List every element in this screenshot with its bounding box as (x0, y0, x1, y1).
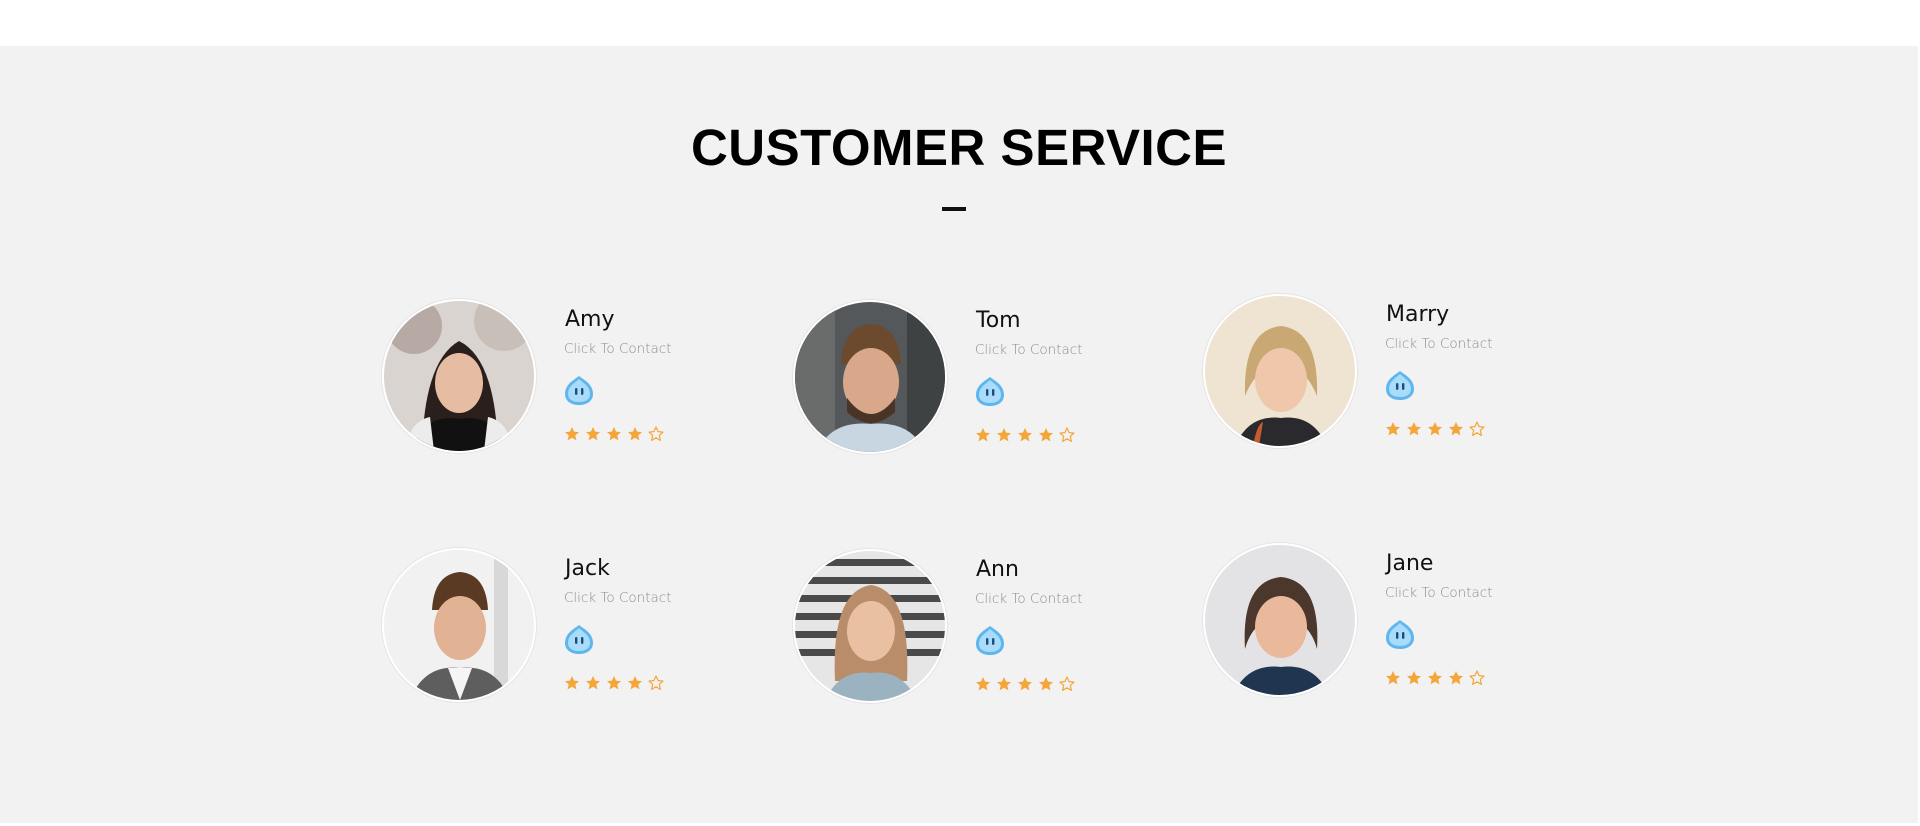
star-filled-icon (1407, 671, 1421, 685)
avatar (1203, 294, 1357, 448)
star-filled-icon (976, 428, 990, 442)
star-filled-icon (607, 427, 621, 441)
star-empty-icon (1059, 676, 1075, 691)
click-to-contact-link[interactable]: Click To Contact (564, 590, 672, 606)
star-filled-icon (976, 677, 990, 691)
click-to-contact-link[interactable]: Click To Contact (975, 591, 1083, 607)
qq-chat-icon[interactable] (974, 374, 1006, 408)
star-filled-icon (1039, 677, 1053, 691)
star-rating (1385, 421, 1485, 439)
star-empty-icon (648, 675, 664, 690)
click-to-contact-link[interactable]: Click To Contact (564, 341, 672, 357)
star-rating (564, 426, 664, 444)
contact-card-amy: Amy Click To Contact (382, 299, 722, 459)
star-filled-icon (1449, 671, 1463, 685)
avatar (382, 299, 536, 453)
contact-card-jack: Jack Click To Contact (382, 548, 722, 708)
contact-name: Amy (565, 307, 615, 332)
star-empty-icon (1469, 421, 1485, 436)
qq-chat-icon[interactable] (1384, 368, 1416, 402)
star-rating (975, 676, 1075, 694)
star-filled-icon (565, 427, 579, 441)
star-empty-icon (648, 426, 664, 441)
section-title: CUSTOMER SERVICE (690, 119, 1228, 176)
star-rating (975, 427, 1075, 445)
customer-service-section: CUSTOMER SERVICE Amy Click To Contact To… (0, 46, 1918, 823)
click-to-contact-link[interactable]: Click To Contact (975, 342, 1083, 358)
avatar (793, 549, 947, 703)
star-rating (564, 675, 664, 693)
title-divider (942, 207, 966, 211)
contact-card-ann: Ann Click To Contact (793, 549, 1133, 709)
star-filled-icon (1018, 428, 1032, 442)
star-filled-icon (1407, 422, 1421, 436)
star-empty-icon (1059, 427, 1075, 442)
qq-chat-icon[interactable] (563, 622, 595, 656)
contact-name: Tom (976, 308, 1021, 333)
star-empty-icon (1469, 670, 1485, 685)
avatar (382, 548, 536, 702)
contact-name: Marry (1386, 302, 1450, 327)
star-filled-icon (1386, 422, 1400, 436)
qq-chat-icon[interactable] (974, 623, 1006, 657)
qq-chat-icon[interactable] (1384, 617, 1416, 651)
star-filled-icon (628, 676, 642, 690)
star-filled-icon (1039, 428, 1053, 442)
contact-name: Jack (565, 556, 610, 581)
contact-name: Ann (976, 557, 1019, 582)
star-filled-icon (1428, 671, 1442, 685)
avatar (793, 300, 947, 454)
star-filled-icon (586, 427, 600, 441)
star-filled-icon (565, 676, 579, 690)
star-filled-icon (1449, 422, 1463, 436)
contact-card-marry: Marry Click To Contact (1203, 294, 1543, 454)
star-filled-icon (1428, 422, 1442, 436)
star-filled-icon (586, 676, 600, 690)
avatar (1203, 543, 1357, 697)
qq-chat-icon[interactable] (563, 373, 595, 407)
star-rating (1385, 670, 1485, 688)
star-filled-icon (607, 676, 621, 690)
contact-card-jane: Jane Click To Contact (1203, 543, 1543, 703)
star-filled-icon (1386, 671, 1400, 685)
star-filled-icon (997, 428, 1011, 442)
click-to-contact-link[interactable]: Click To Contact (1385, 336, 1493, 352)
contact-card-tom: Tom Click To Contact (793, 300, 1133, 460)
contact-name: Jane (1386, 551, 1434, 576)
click-to-contact-link[interactable]: Click To Contact (1385, 585, 1493, 601)
star-filled-icon (628, 427, 642, 441)
star-filled-icon (1018, 677, 1032, 691)
star-filled-icon (997, 677, 1011, 691)
